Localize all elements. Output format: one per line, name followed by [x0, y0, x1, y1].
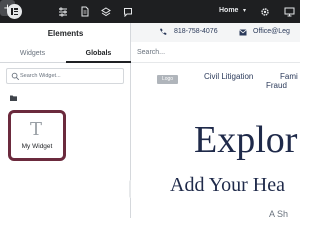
comments-icon[interactable] [121, 5, 134, 18]
hero-title: Explor [194, 119, 298, 161]
tab-widgets[interactable]: Widgets [0, 45, 65, 63]
site-contact-bar: 818-758-4076 Office@Leg [131, 23, 300, 42]
elementor-logo-icon[interactable] [7, 4, 22, 19]
mail-icon [239, 29, 247, 36]
search-icon [11, 72, 20, 81]
settings-sliders-icon[interactable] [56, 5, 69, 18]
panel-title: Elements [47, 29, 84, 38]
tab-globals[interactable]: Globals [66, 45, 131, 63]
search-input[interactable] [20, 70, 120, 82]
widget-label: My Widget [21, 143, 53, 150]
phone-icon [160, 28, 167, 35]
page-document-icon[interactable] [78, 5, 91, 18]
site-logo[interactable]: Logo [157, 75, 178, 84]
panel-tabs: Widgets Globals [0, 45, 131, 63]
global-widget-card[interactable]: T My Widget [8, 110, 66, 161]
nav-item-family[interactable]: Fami [280, 72, 298, 81]
site-search-bar[interactable]: Search... [131, 44, 300, 63]
editor-toolbar: + Home ▾ [0, 0, 300, 23]
hero-subtitle: Add Your Hea [170, 174, 285, 196]
chevron-down-icon[interactable]: ▾ [243, 7, 246, 14]
responsive-monitor-icon[interactable] [283, 5, 296, 18]
gear-icon[interactable] [258, 5, 271, 18]
text-widget-icon: T [30, 119, 43, 140]
folder-icon[interactable] [10, 95, 17, 101]
elements-panel: Elements Widgets Globals T My Widget [0, 23, 131, 218]
email-address[interactable]: Office@Leg [253, 28, 290, 35]
site-search-placeholder: Search... [137, 49, 166, 56]
page-selector[interactable]: Home [219, 7, 238, 14]
elementor-bars [11, 8, 18, 15]
layers-icon[interactable] [99, 5, 112, 18]
nav-item-fraud[interactable]: Fraud [266, 81, 287, 90]
hero-caption: A Sh [269, 209, 289, 218]
site-preview: 818-758-4076 Office@Leg Search... Logo C… [131, 23, 300, 218]
phone-number[interactable]: 818-758-4076 [174, 28, 218, 35]
nav-item-civil-litigation[interactable]: Civil Litigation [204, 72, 253, 81]
widget-search[interactable] [6, 68, 124, 84]
